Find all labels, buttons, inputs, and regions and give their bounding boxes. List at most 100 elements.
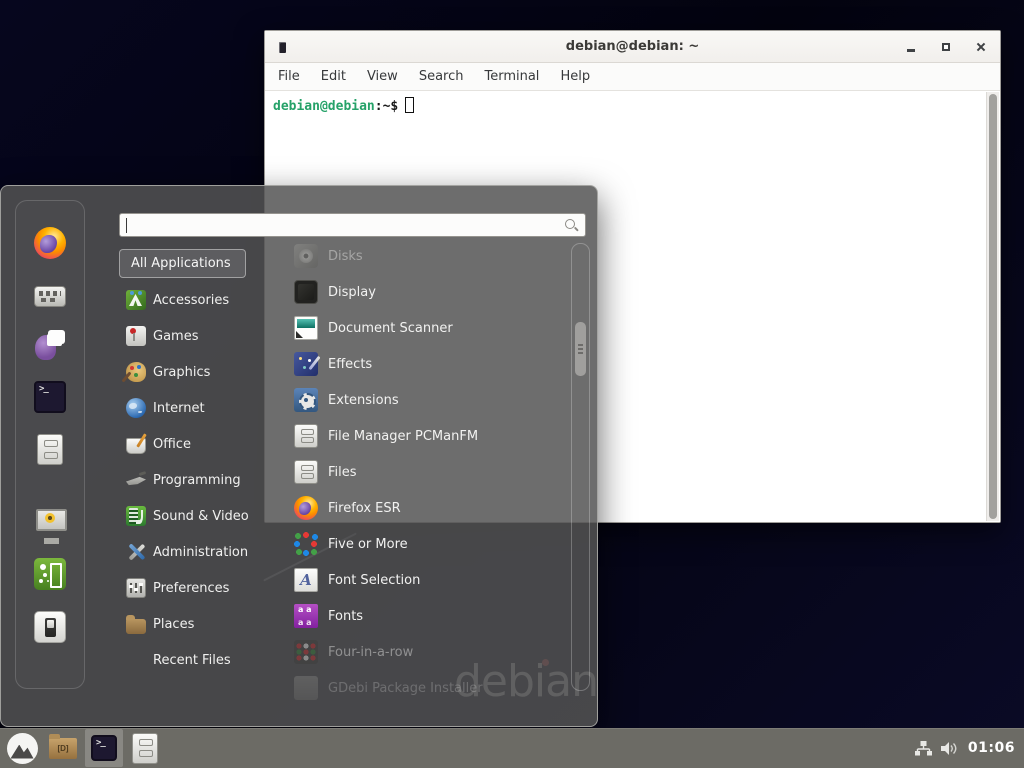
application-item[interactable]: Four-in-a-row — [284, 634, 570, 670]
network-icon[interactable] — [915, 741, 932, 756]
terminal-titlebar[interactable]: debian@debian: ~ — [265, 31, 1000, 63]
application-item[interactable]: Display — [284, 274, 570, 310]
category-item[interactable]: Office — [119, 426, 281, 462]
application-item[interactable]: Font Selection — [284, 562, 570, 598]
category-item[interactable]: Preferences — [119, 570, 281, 606]
no-icon — [126, 650, 146, 670]
clock[interactable]: 01:06 — [968, 740, 1015, 756]
lock-screen-button[interactable] — [34, 505, 66, 537]
folder-icon — [49, 738, 77, 759]
games-icon — [126, 326, 146, 346]
fonts-icon — [294, 604, 318, 628]
terminal-menubar: File Edit View Search Terminal Help — [265, 63, 1000, 91]
firefox-icon — [34, 227, 66, 259]
category-item[interactable]: Administration — [119, 534, 281, 570]
application-item[interactable]: GDebi Package Installer — [284, 670, 570, 706]
application-item[interactable]: Firefox ESR — [284, 490, 570, 526]
administration-icon — [126, 542, 146, 562]
category-item[interactable]: Recent Files — [119, 642, 281, 678]
four-in-a-row-icon — [294, 640, 318, 664]
favorite-firefox[interactable] — [34, 227, 66, 259]
terminal-scrollbar[interactable] — [986, 92, 999, 521]
category-item[interactable]: Sound & Video — [119, 498, 281, 534]
app-list-scrollbar[interactable] — [571, 243, 590, 691]
application-item[interactable]: Five or More — [284, 526, 570, 562]
session-buttons — [34, 505, 66, 643]
preferences-icon — [126, 578, 146, 598]
application-item[interactable]: Extensions — [284, 382, 570, 418]
category-item[interactable]: Places — [119, 606, 281, 642]
menubar-item[interactable]: Search — [419, 69, 464, 84]
files-launcher[interactable] — [126, 729, 164, 767]
menubar-item[interactable]: Edit — [321, 69, 346, 84]
sound-video-icon — [126, 506, 146, 526]
volume-icon[interactable] — [941, 741, 959, 756]
prompt-path: :~$ — [375, 99, 398, 114]
all-applications-button[interactable]: All Applications — [119, 249, 246, 278]
five-or-more-icon — [294, 532, 318, 556]
application-item[interactable]: Fonts — [284, 598, 570, 634]
file-manager-pcmanfm-icon — [294, 424, 318, 448]
category-list: Accessories Games Graphics Internet — [119, 282, 281, 678]
app-list-scrollbar-thumb[interactable] — [575, 322, 586, 376]
category-item[interactable]: Games — [119, 318, 281, 354]
menu-icon — [7, 733, 38, 764]
terminal-scrollbar-thumb[interactable] — [989, 94, 997, 519]
application-item[interactable]: Disks — [284, 238, 570, 274]
terminal-launcher[interactable] — [85, 729, 123, 767]
text-caret — [126, 218, 127, 233]
favorite-keyboard[interactable] — [34, 280, 66, 307]
terminal-window-icon — [279, 42, 286, 53]
category-item[interactable]: Internet — [119, 390, 281, 426]
menubar-item[interactable]: View — [367, 69, 398, 84]
application-item[interactable]: File Manager PCManFM — [284, 418, 570, 454]
menubar-item[interactable]: Terminal — [484, 69, 539, 84]
menubar-item[interactable]: File — [278, 69, 300, 84]
taskbar: 01:06 — [0, 728, 1024, 768]
document-scanner-icon — [294, 316, 318, 340]
search-box — [119, 213, 586, 237]
all-applications-label: All Applications — [131, 256, 231, 271]
programming-icon — [126, 470, 146, 490]
gdebi-icon — [294, 676, 318, 700]
desktop: debian debian@debian: ~ FileEditViewSear… — [0, 0, 1024, 768]
internet-icon — [126, 398, 146, 418]
favorite-pidgin[interactable] — [34, 328, 66, 360]
category-item[interactable]: Graphics — [119, 354, 281, 390]
maximize-button[interactable] — [939, 40, 953, 54]
files-icon — [294, 460, 318, 484]
application-item[interactable]: Files — [284, 454, 570, 490]
log-out-button[interactable] — [34, 558, 66, 590]
application-list: Disks Display Document Scanner Effects — [284, 238, 570, 706]
maximize-icon — [942, 43, 950, 51]
minimize-icon — [907, 49, 915, 52]
file-manager-launcher[interactable] — [44, 729, 82, 767]
search-icon — [565, 219, 578, 232]
search-input[interactable] — [120, 214, 585, 236]
close-button[interactable] — [974, 40, 988, 54]
menu-button[interactable] — [3, 729, 41, 767]
minimize-button[interactable] — [904, 40, 918, 54]
shut-down-button[interactable] — [34, 611, 66, 643]
category-item[interactable]: Accessories — [119, 282, 281, 318]
application-item[interactable]: Document Scanner — [284, 310, 570, 346]
terminal-icon — [34, 381, 66, 413]
graphics-icon — [126, 362, 146, 382]
file-cabinet-icon — [132, 733, 158, 764]
places-icon — [126, 619, 146, 634]
favorite-file-manager[interactable] — [37, 434, 63, 465]
application-menu: All Applications Accessories Games Graph… — [0, 185, 598, 727]
file-manager-icon — [37, 434, 63, 465]
close-icon — [976, 42, 986, 52]
lock-screen-icon — [34, 505, 66, 537]
favorites-list — [34, 227, 66, 465]
application-item[interactable]: Effects — [284, 346, 570, 382]
category-item[interactable]: Programming — [119, 462, 281, 498]
favorite-terminal[interactable] — [34, 381, 66, 413]
pidgin-icon — [34, 328, 66, 360]
menubar-item[interactable]: Help — [560, 69, 590, 84]
keyboard-icon — [34, 286, 66, 307]
terminal-title: debian@debian: ~ — [265, 39, 1000, 54]
shut-down-icon — [34, 611, 66, 643]
system-tray: 01:06 — [915, 740, 1024, 756]
